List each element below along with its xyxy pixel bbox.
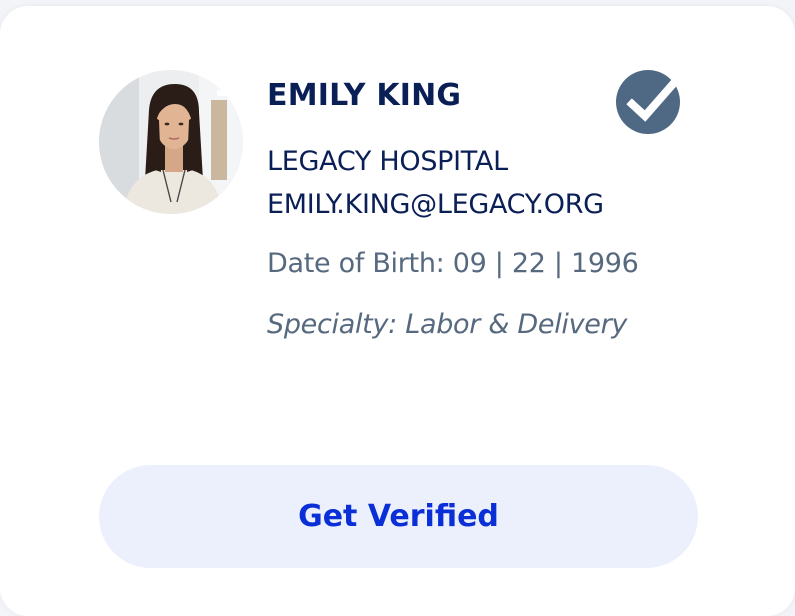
profile-name: EMILY KING [267, 78, 462, 113]
verified-checkmark-icon [616, 70, 686, 134]
person-photo-icon [99, 70, 243, 214]
organization-name: LEGACY HOSPITAL [267, 146, 508, 177]
date-of-birth: Date of Birth: 09 | 22 | 1996 [267, 248, 639, 279]
specialty: Specialty: Labor & Delivery [267, 309, 628, 340]
verified-badge [614, 66, 686, 136]
avatar [99, 70, 243, 214]
profile-card: EMILY KING LEGACY HOSPITAL EMILY.KING@LE… [0, 6, 795, 616]
get-verified-button[interactable]: Get Verified [99, 465, 698, 568]
email-address: EMILY.KING@LEGACY.ORG [267, 189, 604, 220]
